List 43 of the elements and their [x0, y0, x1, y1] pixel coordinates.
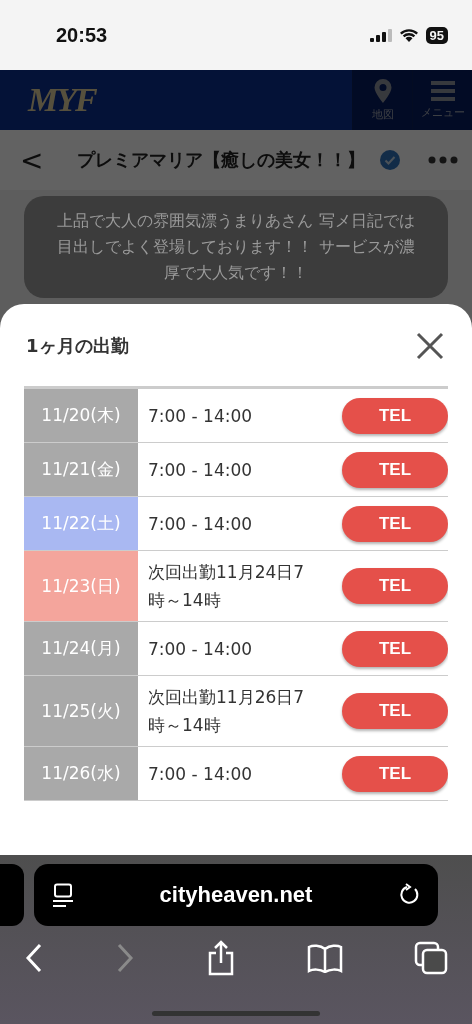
more-icon[interactable]	[428, 156, 458, 164]
menu-icon	[430, 80, 455, 102]
signal-icon	[369, 28, 392, 42]
shift-time: 7:00 - 14:00	[148, 404, 254, 428]
clock-time: 20:53	[56, 23, 108, 47]
tel-button[interactable]: TEL	[342, 630, 448, 667]
sheet-title: 1ヶ月の出勤	[26, 334, 129, 358]
date-cell: 11/22(土)	[24, 497, 138, 550]
date-cell: 11/26(水)	[24, 747, 138, 800]
back-button[interactable]: <	[14, 143, 50, 177]
bookmarks-icon[interactable]	[307, 943, 343, 973]
reader-icon[interactable]	[52, 883, 74, 907]
tel-button[interactable]: TEL	[342, 693, 448, 729]
site-logo[interactable]: MYF	[28, 81, 96, 119]
shift-time: 7:00 - 14:00	[148, 637, 254, 661]
reload-icon[interactable]	[398, 883, 420, 907]
date-cell: 11/20(木)	[24, 389, 138, 442]
share-icon[interactable]	[206, 940, 236, 976]
address-bar[interactable]: cityheaven.net	[34, 864, 438, 926]
shift-time: 次回出勤11月26日7時～14時	[148, 686, 306, 737]
tel-button[interactable]: TEL	[342, 568, 448, 604]
shift-time: 7:00 - 14:00	[148, 512, 254, 536]
shift-time: 次回出勤11月24日7時～14時	[148, 561, 306, 612]
date-cell: 11/25(火)	[24, 676, 138, 746]
date-cell: 11/23(日)	[24, 551, 138, 621]
tel-button[interactable]: TEL	[342, 755, 448, 792]
shift-time: 7:00 - 14:00	[148, 762, 254, 786]
tel-button[interactable]: TEL	[342, 451, 448, 488]
map-pin-icon	[372, 78, 393, 104]
url-text: cityheaven.net	[159, 882, 313, 908]
page-title: プレミアマリア【癒しの美女！！】	[77, 148, 366, 172]
description-bubble: 上品で大人の雰囲気漂うまりあさん 写メ日記では目出しでよく登場しております！！ サービスが濃厚で大人気です！！	[24, 196, 448, 298]
tab-preview[interactable]	[0, 864, 24, 926]
date-cell: 11/24(月)	[24, 622, 138, 675]
battery-indicator: 95	[425, 26, 448, 44]
date-cell: 11/21(金)	[24, 443, 138, 496]
wifi-icon	[398, 27, 419, 43]
tel-button[interactable]: TEL	[342, 505, 448, 542]
tabs-icon[interactable]	[414, 941, 448, 975]
shift-time: 7:00 - 14:00	[148, 458, 254, 482]
close-icon[interactable]	[416, 332, 444, 360]
tel-button[interactable]: TEL	[342, 397, 448, 434]
back-icon[interactable]	[24, 943, 44, 973]
